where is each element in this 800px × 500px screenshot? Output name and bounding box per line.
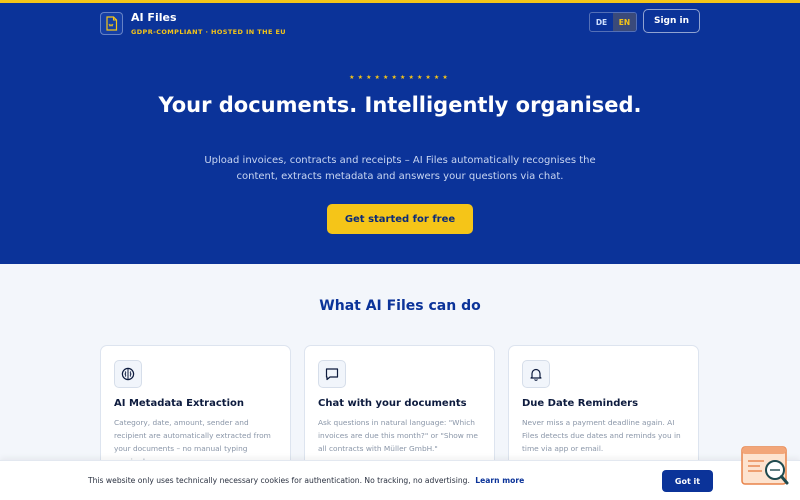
eu-stars: ★★★★★★★★★★★★: [349, 74, 451, 81]
features-title: What AI Files can do: [319, 298, 481, 314]
language-de-button[interactable]: DE: [590, 13, 613, 31]
brand-tagline: GDPR-COMPLIANT · HOSTED IN THE EU: [131, 28, 286, 36]
feature-card-reminders: Due Date Reminders Never miss a payment …: [508, 345, 699, 475]
brand[interactable]: AI Files GDPR-COMPLIANT · HOSTED IN THE …: [100, 11, 286, 36]
feature-card-chat: Chat with your documents Ask questions i…: [304, 345, 495, 475]
cookie-banner: This website only uses technically neces…: [0, 460, 800, 500]
feature-description: Never miss a payment deadline again. AI …: [522, 418, 681, 453]
hero-subtitle: Upload invoices, contracts and receipts …: [204, 155, 596, 182]
document-logo-icon: [100, 12, 123, 35]
get-started-button[interactable]: Get started for free: [327, 204, 473, 234]
feature-card-metadata: AI Metadata Extraction Category, date, a…: [100, 345, 291, 475]
cookie-message: This website only uses technically neces…: [88, 476, 470, 485]
language-en-button[interactable]: EN: [613, 13, 636, 31]
signin-button[interactable]: Sign in: [643, 9, 700, 33]
chat-icon: [318, 360, 346, 388]
feature-description: Ask questions in natural language: "Whic…: [318, 418, 478, 453]
cookie-text-row: This website only uses technically neces…: [88, 476, 524, 485]
feature-title: Due Date Reminders: [522, 398, 639, 409]
brain-icon: [114, 360, 142, 388]
feature-title: AI Metadata Extraction: [114, 398, 244, 409]
language-switcher: DE EN: [589, 12, 637, 32]
brand-name: AI Files: [131, 11, 177, 24]
feature-title: Chat with your documents: [318, 398, 467, 409]
learn-more-link[interactable]: Learn more: [475, 476, 524, 485]
document-search-widget-icon[interactable]: [740, 444, 792, 488]
hero-title: Your documents. Intelligently organised.: [158, 93, 642, 117]
bell-icon: [522, 360, 550, 388]
hero-section: AI Files GDPR-COMPLIANT · HOSTED IN THE …: [0, 3, 800, 264]
got-it-button[interactable]: Got it: [662, 470, 713, 492]
